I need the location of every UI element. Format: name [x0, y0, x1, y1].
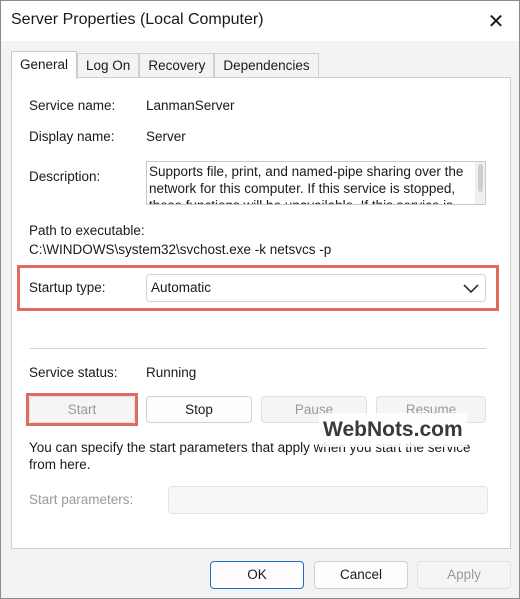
start-parameters-input[interactable] [168, 486, 488, 514]
webnots-watermark: WebNots.com [319, 413, 467, 447]
tab-dependencies[interactable]: Dependencies [214, 53, 319, 78]
service-status-value: Running [146, 365, 197, 380]
general-tab-panel: Service name: LanmanServer Display name:… [11, 77, 511, 549]
description-scroll-thumb[interactable] [478, 164, 483, 192]
tab-recovery[interactable]: Recovery [139, 53, 215, 78]
description-scrollbar[interactable] [475, 162, 485, 204]
apply-button[interactable]: Apply [417, 561, 511, 589]
service-name-label: Service name: [29, 98, 116, 113]
display-name-label: Display name: [29, 129, 115, 144]
start-parameters-label: Start parameters: [29, 492, 134, 507]
path-value: C:\WINDOWS\system32\svchost.exe -k netsv… [29, 242, 332, 257]
startup-type-value: Automatic [151, 280, 212, 295]
close-icon: ✕ [487, 10, 505, 33]
section-divider [30, 348, 486, 349]
window-title: Server Properties (Local Computer) [11, 11, 264, 28]
description-textbox[interactable]: Supports file, print, and named-pipe sha… [146, 161, 486, 205]
stop-button[interactable]: Stop [146, 396, 252, 423]
service-name-value: LanmanServer [146, 98, 235, 113]
service-status-label: Service status: [29, 365, 118, 380]
start-button[interactable]: Start [29, 396, 135, 423]
display-name-value: Server [146, 129, 186, 144]
cancel-button[interactable]: Cancel [314, 561, 408, 589]
tab-general[interactable]: General [11, 51, 78, 79]
tab-bar: General Log On Recovery Dependencies [11, 51, 319, 79]
ok-button[interactable]: OK [210, 561, 304, 589]
tab-log-on[interactable]: Log On [77, 53, 140, 78]
chevron-down-icon [463, 284, 479, 294]
title-bar: Server Properties (Local Computer) ✕ [1, 1, 519, 41]
close-button[interactable]: ✕ [473, 1, 519, 41]
startup-type-label: Startup type: [29, 280, 106, 295]
startup-type-select[interactable]: Automatic [146, 274, 486, 302]
path-label: Path to executable: [29, 223, 145, 238]
description-text: Supports file, print, and named-pipe sha… [149, 164, 464, 204]
description-label: Description: [29, 169, 101, 184]
properties-dialog: Server Properties (Local Computer) ✕ Gen… [0, 0, 520, 599]
